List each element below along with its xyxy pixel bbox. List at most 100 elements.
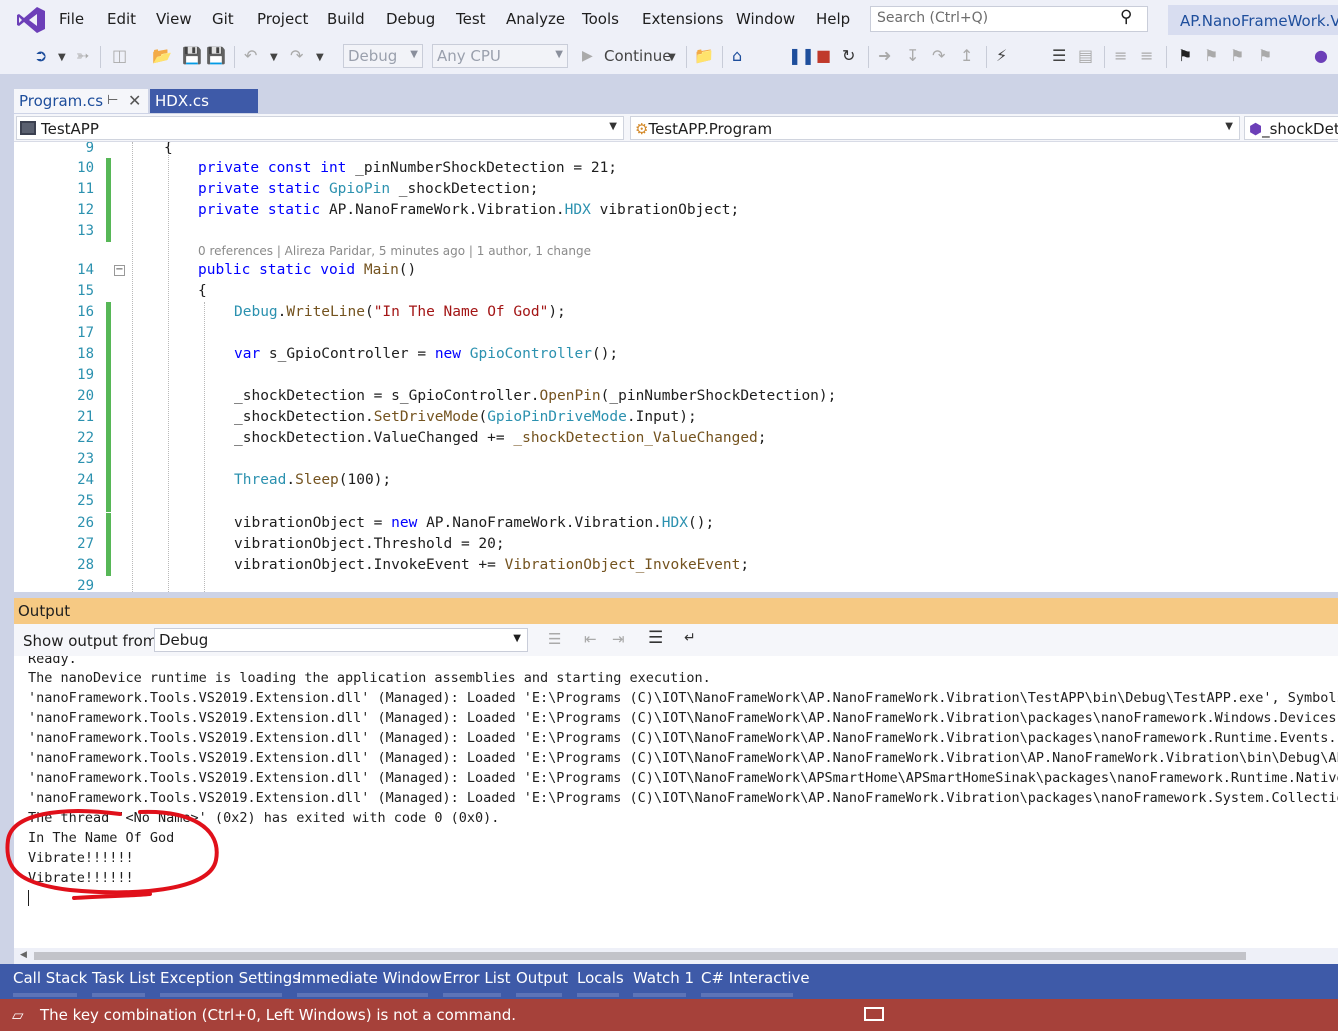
tab-hdx-cs[interactable]: HDX.cs (150, 89, 258, 113)
tab-underline (160, 993, 282, 997)
scrollbar-thumb[interactable] (34, 952, 1246, 960)
tab-error-list[interactable]: Error List (443, 969, 511, 987)
keyboard-icon[interactable] (864, 1007, 884, 1021)
change-indicator (106, 513, 111, 534)
collapse-icon[interactable]: − (114, 265, 125, 276)
visual-studio-logo-icon[interactable] (16, 6, 46, 34)
back-dropdown-icon[interactable]: ▼ (58, 52, 66, 63)
code-line: vibrationObject.Threshold = 20; (234, 536, 505, 552)
change-indicator (106, 386, 111, 407)
menu-git[interactable]: Git (212, 10, 234, 28)
previous-message-icon[interactable]: ⇤ (584, 630, 597, 648)
menu-tools[interactable]: Tools (582, 10, 619, 28)
search-icon[interactable]: ⚲ (1120, 7, 1132, 27)
codelens-info[interactable]: 0 references | Alireza Paridar, 5 minute… (198, 244, 591, 258)
menu-build[interactable]: Build (327, 10, 365, 28)
tab-immediate-window[interactable]: Immediate Window (297, 969, 442, 987)
menu-edit[interactable]: Edit (107, 10, 136, 28)
find-message-icon[interactable]: ☰ (548, 630, 561, 648)
menu-window[interactable]: Window (736, 10, 795, 28)
save-icon[interactable]: 💾 (182, 46, 202, 65)
menu-view[interactable]: View (156, 10, 192, 28)
next-bookmark-icon[interactable]: ⚑ (1230, 46, 1244, 65)
tab-call-stack[interactable]: Call Stack (13, 969, 87, 987)
undo-icon[interactable]: ↶ (244, 46, 257, 65)
line-number: 22 (77, 430, 94, 446)
step-over-icon[interactable]: ↷ (932, 46, 945, 65)
undo-dropdown-icon[interactable]: ▼ (270, 52, 278, 63)
navigate-forward-icon[interactable]: ➳ (76, 46, 89, 65)
code-line: Debug.WriteLine("In The Name Of God"); (234, 304, 566, 320)
member-select[interactable]: ⬢_shockDet (1244, 116, 1338, 140)
continue-dropdown-icon[interactable]: ▼ (668, 52, 676, 63)
show-next-statement-icon[interactable]: ➜ (878, 46, 891, 65)
new-project-icon[interactable]: ◫ (112, 46, 127, 65)
open-folder-icon[interactable]: 📂 (152, 46, 172, 65)
find-in-files-icon[interactable]: 📁 (694, 46, 714, 65)
clear-all-icon[interactable]: ☰ (648, 628, 663, 648)
step-into-icon[interactable]: ↧ (906, 46, 919, 65)
next-message-icon[interactable]: ⇥ (612, 630, 625, 648)
break-all-icon[interactable]: ❚❚ (788, 46, 815, 65)
red-circle-annotation (5, 809, 219, 900)
toggle-word-wrap-icon[interactable]: ↵ (684, 630, 696, 646)
tab-underline (516, 993, 562, 997)
navigate-back-icon[interactable]: ➲ (34, 46, 47, 65)
step-out-icon[interactable]: ↥ (960, 46, 973, 65)
line-number: 26 (77, 515, 94, 531)
menu-analyze[interactable]: Analyze (506, 10, 565, 28)
tab-program-cs[interactable]: Program.cs ⊢ ✕ (14, 89, 148, 113)
previous-bookmark-icon[interactable]: ⚑ (1204, 46, 1218, 65)
continue-button[interactable]: Continue (604, 47, 671, 65)
change-indicator (106, 470, 111, 491)
comment-icon[interactable]: ≡ (1114, 46, 1127, 65)
save-all-icon[interactable]: 💾 (206, 46, 226, 65)
indent-guide (204, 302, 205, 592)
line-number: 17 (77, 325, 94, 341)
code-line: _shockDetection.SetDriveMode(GpioPinDriv… (234, 409, 697, 425)
tab-csharp-interactive[interactable]: C# Interactive (701, 969, 810, 987)
tab-exception-settings[interactable]: Exception Settings (160, 969, 300, 987)
code-editor[interactable]: 9 { 10 private const int _pinNumberShock… (14, 142, 1338, 592)
platform-select[interactable]: Any CPU ▼ (432, 44, 568, 68)
scroll-left-icon[interactable]: ◀ (20, 950, 27, 960)
class-select[interactable]: ⚙TestAPP.Program ▼ (630, 116, 1240, 140)
clear-bookmarks-icon[interactable]: ⚑ (1258, 46, 1272, 65)
menu-test[interactable]: Test (456, 10, 486, 28)
tab-watch-1[interactable]: Watch 1 (633, 969, 694, 987)
code-line: private const int _pinNumberShockDetecti… (198, 160, 618, 176)
menu-project[interactable]: Project (257, 10, 308, 28)
configuration-select[interactable]: Debug ▼ (343, 44, 423, 68)
close-icon[interactable]: ✕ (128, 91, 141, 110)
toolbar-separator (686, 46, 687, 68)
stop-debugging-icon[interactable]: ■ (816, 46, 831, 65)
tab-locals[interactable]: Locals (577, 969, 624, 987)
change-indicator (106, 365, 111, 386)
output-source-select[interactable]: Debug ▼ (154, 628, 528, 652)
application-insights-icon[interactable]: ⌂ (732, 46, 742, 65)
restart-icon[interactable]: ↻ (842, 46, 855, 65)
hot-reload-icon[interactable]: ⚡ (996, 46, 1007, 65)
solution-title[interactable]: AP.NanoFrameWork.Vi (1168, 5, 1338, 35)
menu-file[interactable]: File (59, 10, 84, 28)
chevron-down-icon: ▼ (513, 633, 521, 644)
project-select[interactable]: TestAPP ▼ (16, 116, 624, 140)
step-filter-icon[interactable]: ☰ (1052, 46, 1066, 65)
continue-play-icon[interactable]: ▶ (582, 48, 593, 64)
tab-task-list[interactable]: Task List (92, 969, 155, 987)
menu-help[interactable]: Help (816, 10, 850, 28)
toggle-icon[interactable]: ▤ (1078, 46, 1093, 65)
menu-extensions[interactable]: Extensions (642, 10, 723, 28)
redo-dropdown-icon[interactable]: ▼ (316, 52, 324, 63)
project-icon (20, 121, 36, 135)
output-panel-header[interactable]: Output (14, 598, 1338, 624)
output-line: 'nanoFramework.Tools.VS2019.Extension.dl… (28, 730, 1338, 746)
menu-debug[interactable]: Debug (386, 10, 435, 28)
output-line: 'nanoFramework.Tools.VS2019.Extension.dl… (28, 690, 1338, 706)
redo-icon[interactable]: ↷ (290, 46, 303, 65)
feedback-icon[interactable]: ● (1314, 46, 1328, 65)
pin-icon[interactable]: ⊢ (107, 93, 118, 108)
tab-output[interactable]: Output (516, 969, 568, 987)
uncomment-icon[interactable]: ≡ (1140, 46, 1153, 65)
bookmark-icon[interactable]: ⚑ (1178, 46, 1192, 65)
